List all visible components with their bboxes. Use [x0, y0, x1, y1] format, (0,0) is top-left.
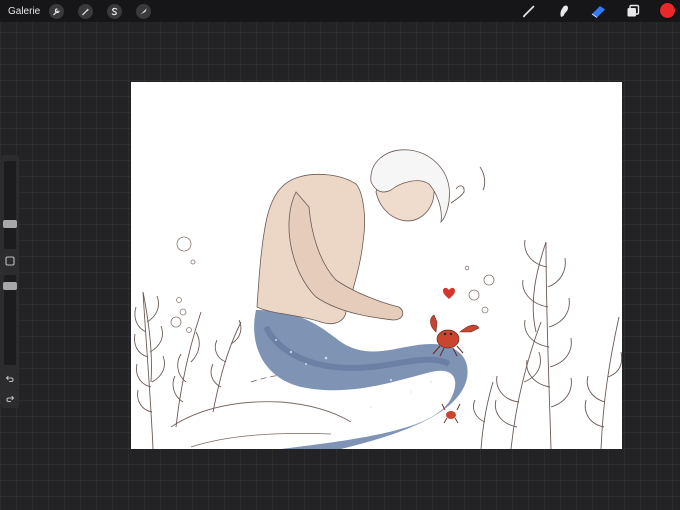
wrench-icon: [53, 7, 60, 15]
color-picker-button[interactable]: [660, 3, 675, 18]
smudge-icon: [560, 5, 568, 17]
mermaid-illustration: [134, 149, 622, 449]
left-sidebar: [1, 155, 19, 408]
actions-button[interactable]: [49, 3, 64, 19]
smudge-button[interactable]: [555, 2, 573, 20]
opacity-slider[interactable]: [3, 275, 17, 365]
small-crab-illustration: [441, 403, 461, 424]
drawing-canvas[interactable]: [131, 82, 622, 449]
modify-button[interactable]: [1, 254, 19, 268]
transform-button[interactable]: [136, 3, 151, 19]
layers-icon: [627, 4, 640, 17]
undo-icon: [5, 375, 14, 383]
brush-size-slider[interactable]: [3, 161, 17, 249]
brush-button[interactable]: [520, 2, 538, 20]
selection-button[interactable]: [107, 3, 122, 19]
eraser-button[interactable]: [589, 2, 607, 20]
brush-icon: [523, 5, 535, 18]
gallery-button[interactable]: Galerie: [8, 6, 40, 17]
redo-button[interactable]: [1, 392, 19, 406]
redo-icon: [6, 395, 15, 403]
layers-button[interactable]: [624, 2, 642, 20]
eraser-icon: [591, 6, 605, 18]
brush-size-thumb[interactable]: [3, 220, 17, 228]
undo-button[interactable]: [1, 372, 19, 386]
modify-square-icon: [5, 256, 15, 266]
top-toolbar: Galerie: [0, 0, 680, 22]
opacity-thumb[interactable]: [3, 282, 17, 290]
selection-icon: [111, 7, 118, 15]
transform-icon: [140, 7, 147, 14]
magic-wand-icon: [82, 7, 90, 15]
adjustments-button[interactable]: [78, 3, 93, 19]
